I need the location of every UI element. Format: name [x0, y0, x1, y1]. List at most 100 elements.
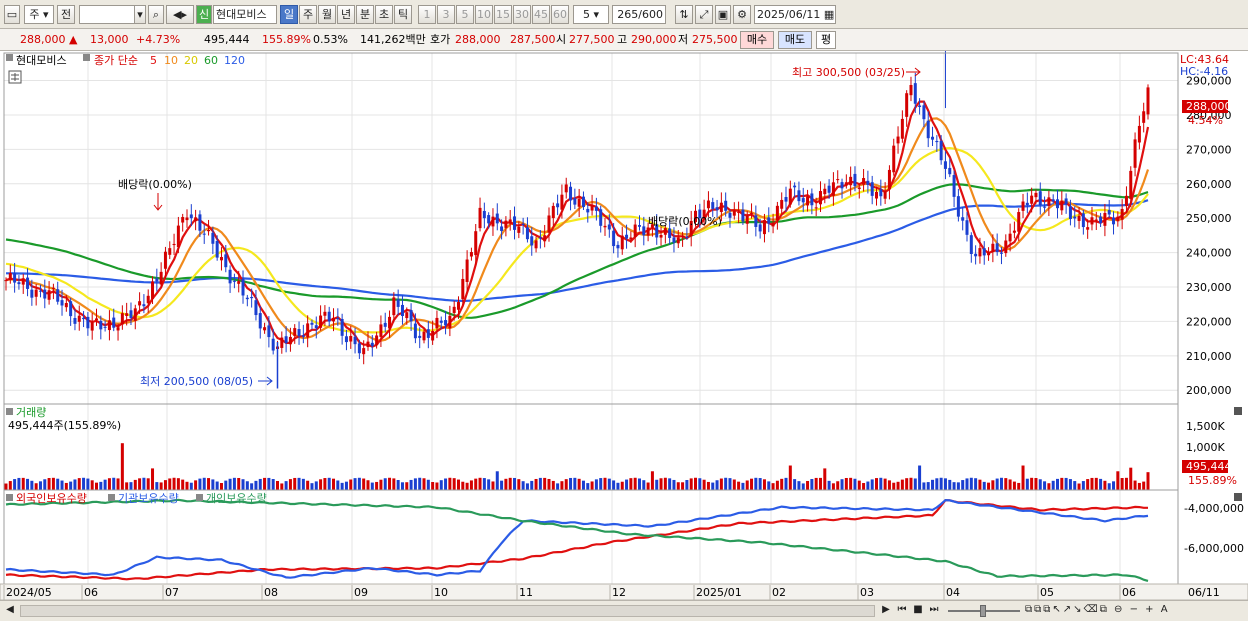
volume-bar — [215, 481, 219, 490]
period-tab-5[interactable]: 초 — [375, 5, 393, 24]
period-tab-1[interactable]: 주 — [299, 5, 317, 24]
candle-body — [146, 295, 150, 304]
interval-button-5[interactable]: 5 — [456, 5, 474, 24]
volume-bar — [465, 482, 469, 490]
candle-body — [495, 213, 499, 224]
date-input[interactable]: 2025/06/11 ▦ — [754, 5, 836, 24]
volume-bar — [258, 478, 262, 490]
chart-scrollbar[interactable]: ◀ ▶ ⏮ ■ ⏭ ⧉⧉⧉↖↗↘⌫⧉ ⊖ − + A — [0, 600, 1248, 621]
volume-bar — [482, 478, 486, 490]
scroll-track[interactable] — [20, 605, 875, 617]
volume-bar — [56, 478, 60, 490]
interval-button-60[interactable]: 60 — [551, 5, 569, 24]
volume-bar — [857, 480, 861, 490]
draw-tool-icon[interactable]: ⤢ — [695, 5, 713, 24]
candle-tool-icon[interactable]: ⇅ — [675, 5, 693, 24]
period-tab-3[interactable]: 년 — [337, 5, 355, 24]
candle-body — [758, 224, 762, 232]
drawing-tools[interactable]: ⧉⧉⧉↖↗↘⌫⧉ ⊖ − + A — [1025, 604, 1235, 618]
stop-icon[interactable]: ■ — [911, 604, 925, 618]
volume-bar — [1038, 479, 1042, 490]
candle-body — [896, 136, 900, 144]
search-icon[interactable]: ⌕ — [148, 5, 164, 24]
candle-body — [69, 301, 73, 317]
prev-button[interactable]: 전 — [57, 5, 75, 24]
volume-bar — [379, 479, 383, 490]
price-tick-3: 260,000 — [1186, 178, 1232, 191]
volume-bar — [77, 478, 81, 490]
stock-chart[interactable]: 현대모비스 종가 단순 5 10 20 60 120 최고 300,500 (0… — [0, 51, 1248, 600]
volume-tag-pct: 155.89% — [1188, 474, 1237, 487]
interval-button-3[interactable]: 3 — [437, 5, 455, 24]
period-tab-6[interactable]: 틱 — [394, 5, 412, 24]
scroll-left-icon[interactable]: ◀ — [4, 604, 16, 618]
volume-bar — [534, 478, 538, 490]
interval-button-45[interactable]: 45 — [532, 5, 550, 24]
candle-body — [194, 217, 198, 222]
gear-icon[interactable]: ⚙ — [733, 5, 751, 24]
volume-bar — [301, 478, 305, 490]
legend-ma60: 60 — [204, 54, 218, 67]
sell-button[interactable]: 매도 — [778, 31, 812, 49]
period-tab-2[interactable]: 월 — [318, 5, 336, 24]
count-select[interactable]: 5 ▾ — [573, 5, 609, 24]
holdings-panel-close-icon[interactable] — [1234, 493, 1242, 501]
candle-body — [444, 320, 448, 326]
volume-bar — [827, 480, 831, 490]
volume-bar — [487, 479, 491, 490]
period-tab-0[interactable]: 일 — [280, 5, 298, 24]
candle-body — [1146, 87, 1150, 115]
legend-ma20: 20 — [184, 54, 198, 67]
forward-icon[interactable]: ⏭ — [927, 604, 941, 618]
type-select[interactable]: 주 ▾ — [24, 5, 54, 24]
volume-bar — [702, 479, 706, 490]
interval-button-15[interactable]: 15 — [494, 5, 512, 24]
candle-body — [1030, 195, 1034, 204]
candle-body — [370, 342, 374, 347]
candle-body — [931, 136, 935, 140]
scroll-right-icon[interactable]: ▶ — [880, 604, 892, 618]
candle-body — [336, 318, 340, 320]
volume-bar — [685, 480, 689, 490]
volume-bar — [853, 478, 857, 490]
candle-body — [982, 248, 986, 256]
turnover-rate: 0.53% — [313, 33, 348, 46]
period-tab-4[interactable]: 분 — [356, 5, 374, 24]
zoom-slider-handle[interactable] — [980, 605, 986, 617]
candle-body — [474, 231, 478, 256]
volume-bar — [38, 481, 42, 490]
calendar-icon[interactable]: ▦ — [824, 8, 834, 21]
candle-body — [133, 308, 137, 321]
window-menu-icon[interactable]: ▭ — [4, 5, 20, 24]
interval-button-30[interactable]: 30 — [513, 5, 531, 24]
eval-button[interactable]: 평 — [816, 31, 836, 49]
buy-button[interactable]: 매수 — [740, 31, 774, 49]
price-tick-8: 210,000 — [1186, 350, 1232, 363]
volume-bar — [508, 477, 512, 490]
volume-bar — [806, 480, 810, 490]
save-icon[interactable]: ▣ — [715, 5, 731, 24]
stock-name-field[interactable]: 현대모비스 — [213, 5, 277, 24]
interval-button-10[interactable]: 10 — [475, 5, 493, 24]
candle-body — [926, 120, 930, 139]
volume-panel-close-icon[interactable] — [1234, 407, 1242, 415]
candle-body — [250, 296, 254, 299]
volume-bar — [232, 477, 236, 490]
stock-code-input[interactable]: 012330 — [79, 5, 135, 24]
candle-body — [943, 161, 947, 169]
holdings-individual-label: 개인보유수량 — [206, 492, 267, 505]
rewind-icon[interactable]: ⏮ — [895, 604, 909, 618]
code-dropdown-icon[interactable]: ▾ — [134, 5, 146, 24]
interval-button-1[interactable]: 1 — [418, 5, 436, 24]
price-tick-2: 270,000 — [1186, 143, 1232, 156]
candle-body — [1107, 210, 1111, 215]
range-field[interactable]: 265/600 — [612, 5, 666, 24]
speaker-icon[interactable]: ◀▸ — [166, 5, 194, 24]
quote-info-bar: 288,000 ▲ 13,000 +4.73% 495,444 155.89% … — [0, 29, 1248, 51]
volume-bar — [176, 478, 180, 490]
candle-body — [560, 194, 564, 210]
candle-body — [961, 217, 965, 221]
candle-body — [637, 225, 641, 227]
holdings-legend-marker — [6, 494, 13, 501]
volume-bar — [17, 477, 21, 490]
